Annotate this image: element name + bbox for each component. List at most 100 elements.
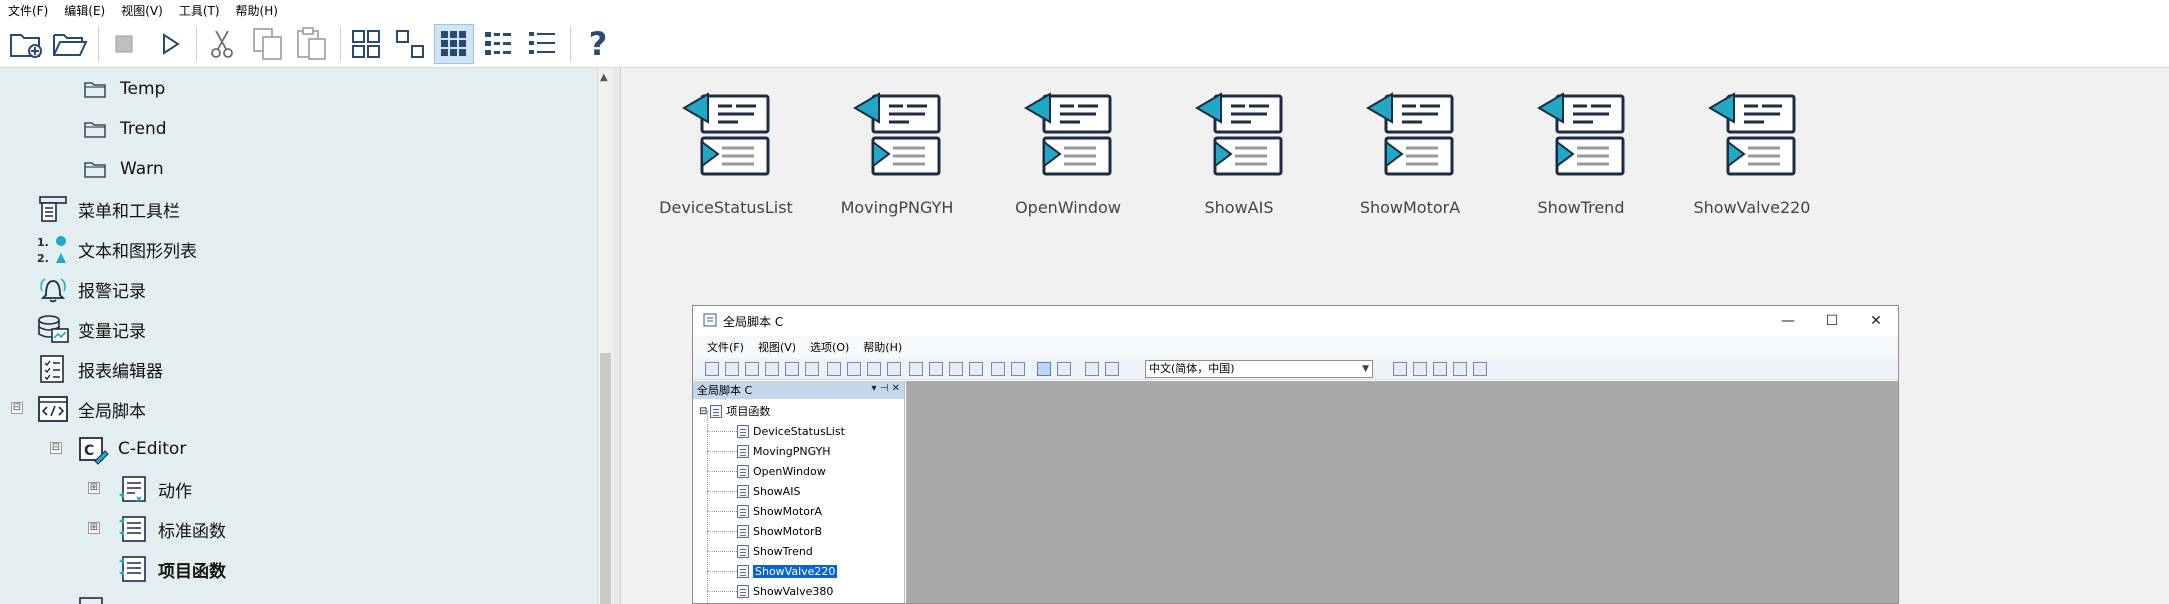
panel-splitter[interactable] — [613, 68, 621, 604]
language-select[interactable]: 中文(简体，中国) ▼ — [1145, 360, 1373, 378]
tree-item-text-graphic-lists[interactable]: 1. 2. 文本和图形列表 — [36, 232, 197, 266]
win-menu-options[interactable]: 选项(O) — [810, 339, 849, 355]
text-graphic-list-icon: 1. 2. — [36, 232, 70, 266]
detail-view-icon[interactable] — [478, 24, 518, 64]
new-project-icon[interactable] — [6, 24, 46, 64]
tree-item-standard-functions[interactable]: 标准函数 — [116, 512, 226, 546]
collapse-icon[interactable]: ⊟ — [699, 406, 707, 417]
file-item[interactable]: OpenWindow — [983, 88, 1153, 228]
project-function-icon — [1496, 88, 1666, 184]
help-icon[interactable]: ? — [578, 24, 618, 64]
tree-item-report-editor[interactable]: 报表编辑器 — [36, 352, 163, 386]
mini-toolbar-button[interactable] — [1011, 362, 1025, 376]
file-item[interactable]: DeviceStatusList — [641, 88, 811, 228]
mini-toolbar-button[interactable] — [725, 362, 739, 376]
menu-help[interactable]: 帮助(H) — [236, 2, 278, 19]
tree-function-item[interactable]: ShowValve380 — [737, 582, 833, 600]
tree-function-item[interactable]: DeviceStatusList — [737, 422, 845, 440]
tree-item-c-editor[interactable]: C C-Editor — [76, 432, 186, 466]
tree-function-item[interactable]: ShowMotorA — [737, 502, 822, 520]
win-menu-file[interactable]: 文件(F) — [707, 339, 744, 355]
menu-edit[interactable]: 编辑(E) — [64, 2, 105, 19]
mini-toolbar-button[interactable] — [705, 362, 719, 376]
mini-toolbar-button[interactable] — [745, 362, 759, 376]
mini-toolbar-button[interactable] — [909, 362, 923, 376]
tree-function-item[interactable]: ShowTrend — [737, 542, 813, 560]
pane-controls[interactable]: ▾ ⊣ ✕ — [872, 383, 900, 394]
stop-icon[interactable] — [104, 24, 144, 64]
mini-toolbar-button[interactable] — [991, 362, 1005, 376]
mini-toolbar-button[interactable] — [969, 362, 983, 376]
mini-toolbar-button[interactable] — [785, 362, 799, 376]
expander-standard-functions[interactable]: ⊞ — [88, 522, 100, 534]
function-file-icon — [737, 584, 749, 598]
cut-icon[interactable] — [202, 24, 242, 64]
expander-actions[interactable]: ⊞ — [88, 482, 100, 494]
file-item[interactable]: ShowAIS — [1154, 88, 1324, 228]
win-menu-help[interactable]: 帮助(H) — [863, 339, 902, 355]
tree-item-temp[interactable]: Temp — [78, 72, 165, 106]
menu-tools[interactable]: 工具(T) — [179, 2, 220, 19]
mini-toolbar-button[interactable] — [867, 362, 881, 376]
tree-item-warn[interactable]: Warn — [78, 152, 164, 186]
file-item[interactable]: MovingPNGYH — [812, 88, 982, 228]
tree-scrollbar[interactable]: ▲ — [597, 68, 613, 604]
tree-function-item[interactable]: ShowAIS — [737, 482, 800, 500]
mini-toolbar-button[interactable] — [1413, 362, 1427, 376]
tree-item-global-script[interactable]: 全局脚本 — [36, 392, 146, 426]
mini-toolbar-button[interactable] — [887, 362, 901, 376]
mini-toolbar-button[interactable] — [805, 362, 819, 376]
menu-view[interactable]: 视图(V) — [121, 2, 163, 19]
mini-toolbar-button[interactable] — [929, 362, 943, 376]
list-view-icon[interactable] — [522, 24, 562, 64]
small-icons-view-icon[interactable] — [390, 24, 430, 64]
open-project-icon[interactable] — [50, 24, 90, 64]
mini-toolbar-button[interactable] — [1085, 362, 1099, 376]
paste-icon[interactable] — [292, 24, 332, 64]
expander-c-editor[interactable]: ⊟ — [50, 442, 62, 454]
tree-item-menus-toolbars[interactable]: 菜单和工具栏 — [36, 192, 180, 226]
close-button[interactable]: ✕ — [1854, 306, 1898, 336]
mini-toolbar-button[interactable] — [1473, 362, 1487, 376]
mini-toolbar-button[interactable] — [765, 362, 779, 376]
mini-toolbar-button[interactable] — [1433, 362, 1447, 376]
minimize-button[interactable]: — — [1766, 306, 1810, 336]
expander-global-script[interactable]: ⊟ — [11, 402, 23, 414]
tree-function-item[interactable]: MovingPNGYH — [737, 442, 831, 460]
scroll-up-icon[interactable]: ▲ — [600, 72, 608, 83]
grid-view-icon[interactable] — [434, 24, 474, 64]
tree-root-project-functions[interactable]: ⊟ 项目函数 — [699, 402, 770, 420]
tree-function-item[interactable]: OpenWindow — [737, 462, 826, 480]
scroll-thumb[interactable] — [600, 353, 611, 604]
language-value: 中文(简体，中国) — [1149, 362, 1235, 375]
mini-toolbar-button[interactable] — [847, 362, 861, 376]
large-icons-view-icon[interactable] — [346, 24, 386, 64]
menu-file[interactable]: 文件(F) — [8, 2, 48, 19]
win-menu-view[interactable]: 视图(V) — [758, 339, 796, 355]
mini-toolbar-button[interactable] — [1057, 362, 1071, 376]
tree-function-item[interactable]: ShowValve220 — [737, 562, 838, 580]
tree-function-item[interactable]: ShowMotorB — [737, 522, 822, 540]
tree-item-actions[interactable]: 动作 — [116, 472, 192, 506]
tree-item-tag-logging[interactable]: 变量记录 — [36, 312, 146, 346]
mini-toolbar-button[interactable] — [827, 362, 841, 376]
project-function-icon — [1154, 88, 1324, 184]
mini-toolbar-button[interactable] — [1453, 362, 1467, 376]
tree-function-label: ShowTrend — [753, 544, 813, 558]
run-icon[interactable] — [150, 24, 190, 64]
maximize-button[interactable]: ☐ — [1810, 306, 1854, 336]
mini-toolbar-button[interactable] — [949, 362, 963, 376]
tree-item-trend[interactable]: Trend — [78, 112, 167, 146]
file-item[interactable]: ShowMotorA — [1325, 88, 1495, 228]
file-item[interactable]: ShowValve220 — [1667, 88, 1837, 228]
mini-toolbar-button[interactable] — [1105, 362, 1119, 376]
copy-icon[interactable] — [248, 24, 288, 64]
file-item[interactable]: ShowTrend — [1496, 88, 1666, 228]
window-title-bar[interactable]: 全局脚本 C — ☐ ✕ — [693, 306, 1898, 336]
tree-item-alarm-logging[interactable]: 报警记录 — [36, 272, 146, 306]
svg-text:1.: 1. — [37, 236, 49, 249]
mini-toolbar-button[interactable] — [1037, 362, 1051, 376]
mini-toolbar-button[interactable] — [1393, 362, 1407, 376]
svg-text:2.: 2. — [37, 252, 49, 265]
tree-item-project-functions[interactable]: 项目函数 — [116, 552, 226, 586]
